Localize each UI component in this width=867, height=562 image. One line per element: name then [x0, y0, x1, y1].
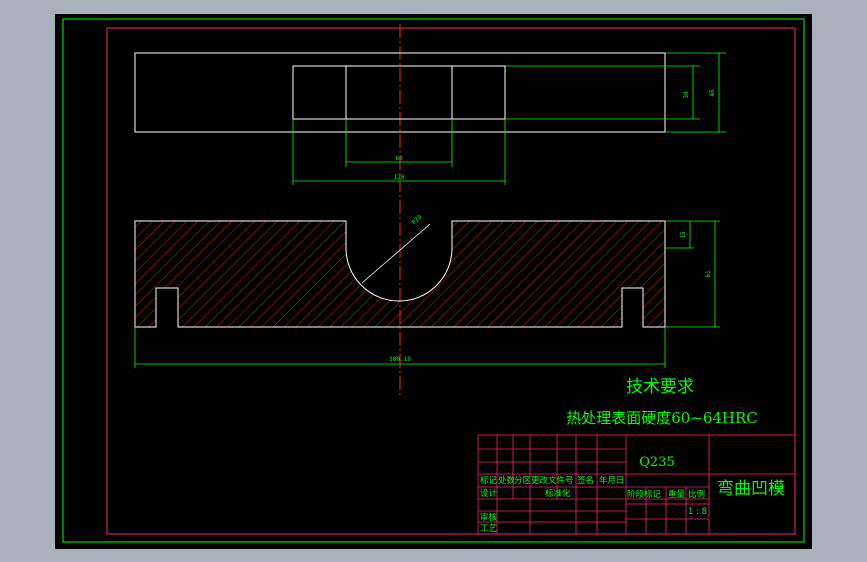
tb-scale-label: 比例	[688, 489, 705, 500]
dim-part-height: 61	[705, 270, 712, 278]
tb-design-label: 设计	[480, 488, 498, 499]
dim-step-height: 15	[680, 231, 687, 239]
tb-header-mark: 标记	[480, 475, 498, 486]
tb-scale-value: 1 : 8	[688, 507, 707, 517]
tb-weight-label: 重量	[668, 489, 686, 500]
tb-header-change-doc: 更改文件号	[531, 475, 574, 486]
tb-stage-label: 阶段标记	[627, 489, 662, 500]
dim-top-height-small: 30	[683, 91, 690, 99]
tech-req-line1: 热处理表面硬度60~64HRC	[566, 409, 758, 427]
tb-review-label: 审核	[480, 512, 498, 523]
tech-req-title: 技术要求	[626, 377, 694, 397]
dim-top-width-inner: 60	[395, 155, 403, 162]
tb-header-count: 处数	[498, 475, 516, 486]
tb-header-zone: 分区	[514, 476, 532, 486]
tb-header-sign: 签名	[577, 475, 594, 486]
dim-top-width-outer: 120	[394, 174, 405, 181]
tb-standardize-label: 标准化	[545, 488, 571, 499]
tb-process-label: 工艺	[480, 524, 497, 534]
cad-viewport: 30 45 60 120 R30 15 61 300.19 技术要求 热处理表面…	[0, 0, 867, 562]
material-label: Q235	[639, 455, 674, 470]
tb-header-date: 年月日	[599, 475, 625, 486]
dim-overall-length: 300.19	[389, 356, 411, 363]
part-name: 弯曲凹模	[717, 479, 785, 499]
dim-top-height-total: 45	[709, 89, 716, 97]
drawing-canvas: 30 45 60 120 R30 15 61 300.19 技术要求 热处理表面…	[55, 14, 812, 549]
